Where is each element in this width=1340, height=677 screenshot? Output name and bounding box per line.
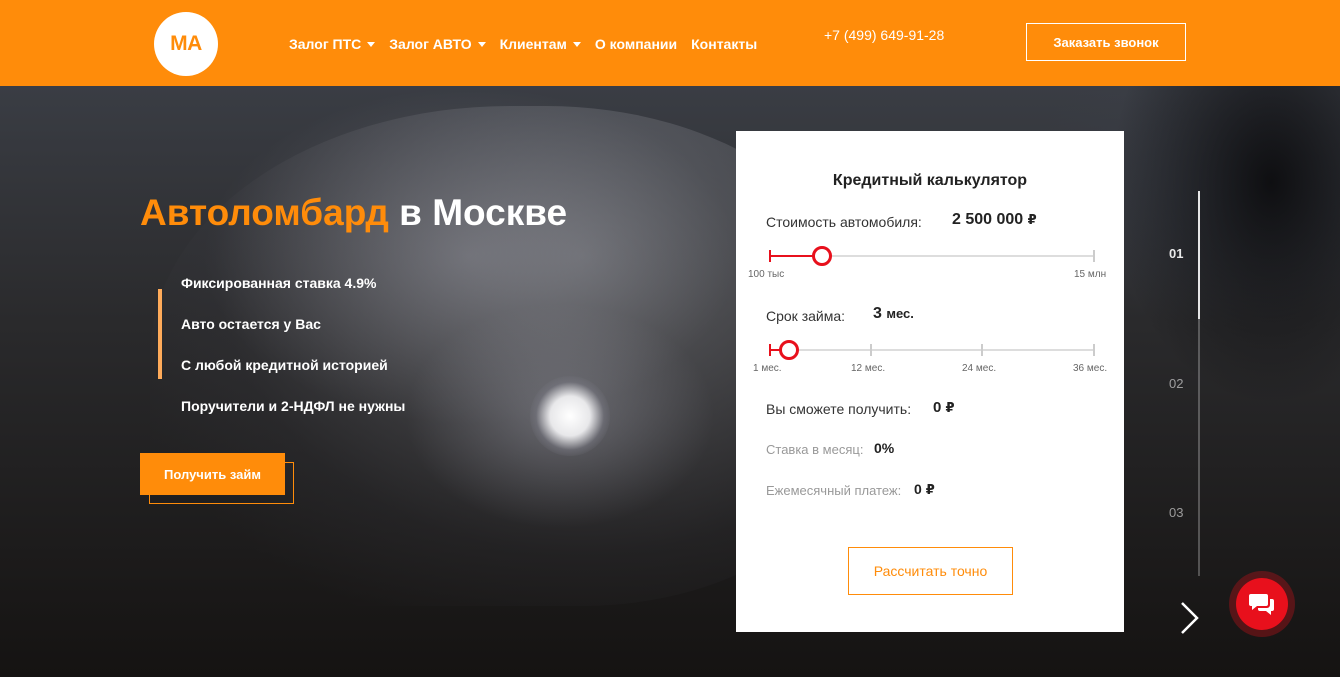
credit-calculator: Кредитный калькулятор Стоимость автомоби… — [736, 131, 1124, 632]
term-slider[interactable] — [769, 340, 1095, 360]
term-unit: мес. — [886, 306, 914, 321]
chevron-right-icon[interactable] — [1176, 600, 1202, 636]
currency-symbol: ₽ — [925, 482, 935, 497]
currency-symbol: ₽ — [945, 400, 955, 415]
feature-list: Фиксированная ставка 4.9% Авто остается … — [158, 262, 405, 426]
caret-down-icon — [477, 41, 486, 47]
car-value-label: Стоимость автомобиля: — [766, 214, 922, 230]
car-value: 2 500 000 ₽ — [952, 211, 1037, 229]
nav-label: Клиентам — [499, 36, 567, 52]
slide-number-01[interactable]: 01 — [1169, 246, 1183, 261]
chat-button[interactable] — [1236, 578, 1288, 630]
background-trees — [1110, 86, 1340, 406]
hero-title: Автоломбард в Москве — [140, 192, 567, 234]
car-value-number: 2 500 000 — [952, 211, 1024, 228]
term-scale-label: 24 мес. — [962, 363, 997, 374]
nav-item-pts[interactable]: Залог ПТС — [289, 36, 376, 52]
term-scale-label: 1 мес. — [753, 363, 782, 374]
car-min-label: 100 тыс — [748, 269, 785, 280]
slide-number-02[interactable]: 02 — [1169, 376, 1183, 391]
nav-label: Залог ПТС — [289, 36, 362, 52]
term-scale-label: 36 мес. — [1073, 363, 1108, 374]
slider-tick — [1093, 250, 1095, 262]
term-label: Срок займа: — [766, 308, 846, 324]
feature-item: Поручители и 2-НДФЛ не нужны — [181, 397, 406, 414]
slider-tick — [981, 344, 983, 356]
caret-down-icon — [572, 41, 581, 47]
chat-bubbles-icon — [1249, 594, 1274, 615]
hero-title-accent: Автоломбард — [140, 192, 389, 233]
term-slider-handle[interactable] — [779, 340, 799, 360]
currency-symbol: ₽ — [1027, 212, 1037, 227]
car-max-label: 15 млн — [1074, 269, 1107, 280]
receive-label: Вы сможете получить: — [766, 401, 912, 417]
slide-number-03[interactable]: 03 — [1169, 505, 1183, 520]
nav-item-auto[interactable]: Залог АВТО — [389, 36, 486, 52]
phone-number[interactable]: +7 (499) 649-91-28 — [824, 27, 944, 43]
term-scale-label: 12 мес. — [851, 363, 886, 374]
payment-value: 0 ₽ — [914, 481, 935, 498]
hero-title-rest: в Москве — [388, 192, 568, 233]
site-header: MA Залог ПТС Залог АВТО Клиентам О компа… — [0, 0, 1340, 86]
logo-text: MA — [170, 32, 202, 55]
nav-label: О компании — [594, 36, 678, 52]
chat-widget — [1229, 571, 1295, 637]
nav-item-about[interactable]: О компании — [595, 36, 677, 52]
slider-tick — [1093, 344, 1095, 356]
slider-tick — [769, 250, 771, 262]
callback-button[interactable]: Заказать звонок — [1026, 23, 1186, 61]
car-value-slider-handle[interactable] — [812, 246, 832, 266]
payment-label: Ежемесячный платеж: — [766, 483, 902, 498]
calculate-exact-button[interactable]: Рассчитать точно — [848, 547, 1013, 595]
calculator-title: Кредитный калькулятор — [832, 172, 1028, 189]
payment-number: 0 — [914, 481, 922, 497]
feature-item: С любой кредитной историей — [181, 356, 388, 373]
nav-label: Контакты — [691, 36, 758, 52]
caret-down-icon — [367, 41, 376, 47]
slide-progress-active — [1198, 191, 1200, 319]
term-number: 3 — [873, 305, 882, 322]
headlight-glow — [530, 376, 610, 456]
nav-item-clients[interactable]: Клиентам — [500, 36, 581, 52]
term-value: 3 мес. — [873, 305, 914, 323]
receive-value: 0 ₽ — [933, 399, 955, 416]
slider-tick — [870, 344, 872, 356]
nav-item-contacts[interactable]: Контакты — [691, 36, 757, 52]
rate-value: 0% — [874, 440, 895, 456]
nav-label: Залог АВТО — [389, 36, 472, 52]
feature-item: Авто остается у Вас — [181, 315, 321, 332]
slider-tick — [769, 344, 771, 356]
rate-label: Ставка в месяц: — [766, 442, 864, 457]
get-loan-button[interactable]: Получить займ — [140, 453, 285, 495]
hero-section: Автоломбард в Москве Фиксированная ставк… — [0, 86, 1340, 677]
feature-item: Фиксированная ставка 4.9% — [181, 274, 377, 291]
car-value-slider[interactable] — [769, 246, 1095, 266]
receive-number: 0 — [933, 399, 942, 416]
main-nav: Залог ПТС Залог АВТО Клиентам О компании… — [289, 36, 757, 52]
logo[interactable]: MA — [154, 12, 218, 76]
